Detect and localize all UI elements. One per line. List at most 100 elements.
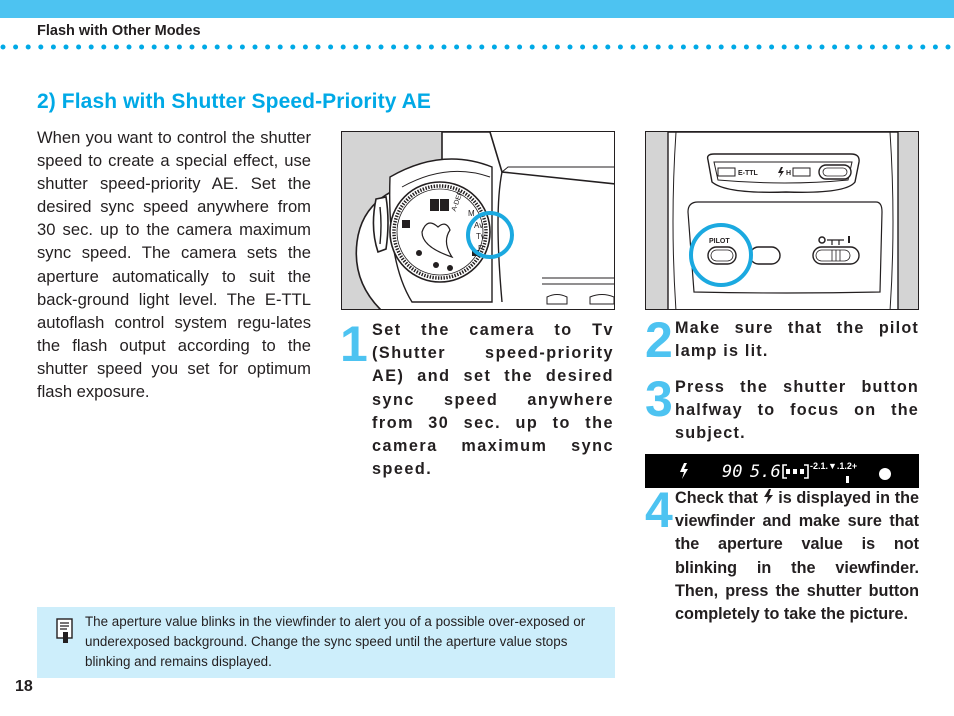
divider-dot — [605, 44, 611, 50]
divider-dot — [126, 44, 132, 50]
divider-dot — [504, 44, 510, 50]
step-text: Set the camera to Tv (Shutter speed-prio… — [372, 321, 614, 479]
divider-dot — [819, 44, 825, 50]
divider-dot — [882, 44, 888, 50]
divider-dot — [139, 44, 145, 50]
divider-dot — [202, 44, 208, 50]
divider-dot — [945, 44, 951, 50]
divider-dot — [731, 44, 737, 50]
divider-dot — [756, 44, 762, 50]
divider-dot — [693, 44, 699, 50]
divider-dot — [189, 44, 195, 50]
divider-dot — [794, 44, 800, 50]
mode-dial-illustration: A-DEP M Av Tv P — [341, 131, 615, 310]
divider-dot — [328, 44, 334, 50]
divider-dot — [277, 44, 283, 50]
divider-dot — [617, 44, 623, 50]
step-1: 1 Set the camera to Tv (Shutter speed-pr… — [340, 319, 616, 489]
divider-dot — [353, 44, 359, 50]
divider-dot — [454, 44, 460, 50]
divider-dot — [567, 44, 573, 50]
divider-dot — [529, 44, 535, 50]
divider-dot — [101, 44, 107, 50]
divider-dot — [265, 44, 271, 50]
pilot-button — [707, 246, 737, 265]
divider-dot — [668, 44, 674, 50]
step-number: 4 — [645, 482, 673, 538]
divider-dot — [554, 44, 560, 50]
divider-dot — [655, 44, 661, 50]
divider-dot — [239, 44, 245, 50]
note-text: The aperture value blinks in the viewfin… — [85, 614, 586, 669]
flash-icon — [680, 463, 688, 479]
step-3: 3 Press the shutter button halfway to fo… — [645, 371, 921, 448]
divider-dot — [769, 44, 775, 50]
divider-dot — [13, 44, 19, 50]
viewfinder-shutter-speed: 90 — [722, 462, 742, 482]
divider-dot — [466, 44, 472, 50]
ettl-label: E-TTL — [738, 170, 759, 177]
step-number: 3 — [645, 371, 673, 427]
divider-dot — [643, 44, 649, 50]
divider-dot — [491, 44, 497, 50]
flash-panel-illustration: E-TTL H PILOT — [645, 131, 919, 310]
divider-dot — [378, 44, 384, 50]
viewfinder-aperture: 5.6 — [750, 462, 781, 482]
divider-dot — [214, 44, 220, 50]
divider-dot — [441, 44, 447, 50]
divider-dot — [76, 44, 82, 50]
step-text: Check that is displayed in the viewfinde… — [675, 487, 919, 626]
dial-label-tv: Tv — [476, 232, 485, 241]
divider-dot — [479, 44, 485, 50]
divider-dot — [164, 44, 170, 50]
divider-dot — [869, 44, 875, 50]
divider-dot — [857, 44, 863, 50]
divider-dot — [580, 44, 586, 50]
step-text-after: is displayed in the viewfinder and make … — [675, 489, 919, 624]
divider-dot — [227, 44, 233, 50]
divider-dot — [252, 44, 258, 50]
dotted-divider — [0, 44, 951, 50]
memo-icon — [56, 618, 73, 643]
divider-dot — [932, 44, 938, 50]
step-text-before: Check that — [675, 489, 758, 507]
step-2: 2 Make sure that the pilot lamp is lit. — [645, 315, 921, 367]
h-label: H — [786, 170, 791, 177]
divider-dot — [38, 44, 44, 50]
dial-label-av: Av — [474, 221, 483, 230]
dial-label-m: M — [468, 209, 475, 218]
divider-dot — [391, 44, 397, 50]
divider-dot — [806, 44, 812, 50]
viewfinder-display: 90 5.6 -2.1.▼.1.2+ — [645, 454, 919, 488]
divider-dot — [428, 44, 434, 50]
flash-icon — [763, 489, 773, 504]
divider-dot — [920, 44, 926, 50]
divider-dot — [340, 44, 346, 50]
divider-dot — [844, 44, 850, 50]
divider-dot — [517, 44, 523, 50]
divider-dot — [302, 44, 308, 50]
divider-dot — [63, 44, 69, 50]
divider-dot — [176, 44, 182, 50]
divider-dot — [743, 44, 749, 50]
divider-dot — [113, 44, 119, 50]
divider-dot — [542, 44, 548, 50]
page-number: 18 — [15, 678, 33, 695]
step-4: 4 Check that is displayed in the viewfin… — [645, 482, 921, 652]
divider-dot — [706, 44, 712, 50]
intro-paragraph: When you want to control the shutter spe… — [37, 128, 311, 402]
divider-dot — [403, 44, 409, 50]
pilot-label: PILOT — [709, 238, 730, 245]
divider-dot — [365, 44, 371, 50]
divider-dot — [718, 44, 724, 50]
divider-dot — [630, 44, 636, 50]
step-text: Make sure that the pilot lamp is lit. — [675, 319, 919, 361]
top-accent-bar — [0, 0, 954, 18]
divider-dot — [895, 44, 901, 50]
note-box: The aperture value blinks in the viewfin… — [37, 607, 615, 678]
divider-dot — [25, 44, 31, 50]
step-text: Press the shutter button halfway to focu… — [675, 378, 919, 443]
exposure-scale: -2.1.▼.1.2+ — [810, 461, 857, 471]
divider-dot — [832, 44, 838, 50]
divider-dot — [781, 44, 787, 50]
